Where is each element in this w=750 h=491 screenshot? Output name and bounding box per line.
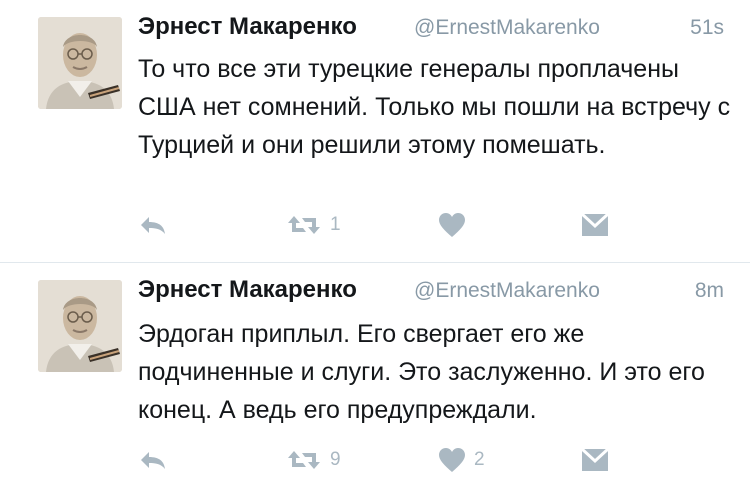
tweet-text: То что все эти турецкие генералы проплач… — [138, 55, 731, 159]
like-count: 2 — [474, 449, 485, 470]
avatar[interactable] — [38, 280, 122, 372]
timestamp[interactable]: 51s — [690, 16, 724, 40]
reply-icon — [138, 448, 168, 472]
author-handle[interactable]: @ErnestMakarenko — [414, 16, 600, 40]
reply-button[interactable] — [138, 443, 168, 477]
reply-button[interactable] — [138, 208, 168, 242]
avatar[interactable] — [38, 17, 122, 109]
tweet[interactable]: Эрнест Макаренко @ErnestMakarenko 51s То… — [0, 0, 750, 262]
tweet-actions: 1 — [0, 208, 750, 242]
envelope-icon — [580, 447, 610, 473]
tweet-header: Эрнест Макаренко @ErnestMakarenko 8m — [138, 272, 738, 308]
author-name[interactable]: Эрнест Макаренко — [138, 276, 357, 304]
tweet-text: Эрдоган приплыл. Его свергает его же под… — [138, 320, 705, 424]
reply-icon — [138, 213, 168, 237]
direct-message-button[interactable] — [580, 443, 610, 477]
author-name[interactable]: Эрнест Макаренко — [138, 13, 357, 41]
envelope-icon — [580, 212, 610, 238]
retweet-icon — [286, 448, 322, 472]
tweet-actions: 9 2 — [0, 443, 750, 477]
retweet-count: 9 — [330, 449, 341, 470]
timestamp[interactable]: 8m — [695, 279, 724, 303]
retweet-icon — [286, 213, 322, 237]
heart-icon — [438, 447, 466, 473]
direct-message-button[interactable] — [580, 208, 610, 242]
tweet-header: Эрнест Макаренко @ErnestMakarenko 51s — [138, 9, 738, 45]
author-handle[interactable]: @ErnestMakarenko — [414, 279, 600, 303]
retweet-count: 1 — [330, 214, 341, 235]
tweet[interactable]: Эрнест Макаренко @ErnestMakarenko 8m Эрд… — [0, 263, 750, 491]
retweet-button[interactable]: 1 — [286, 208, 341, 242]
heart-icon — [438, 212, 466, 238]
like-button[interactable] — [438, 208, 474, 242]
retweet-button[interactable]: 9 — [286, 443, 341, 477]
like-button[interactable]: 2 — [438, 443, 485, 477]
